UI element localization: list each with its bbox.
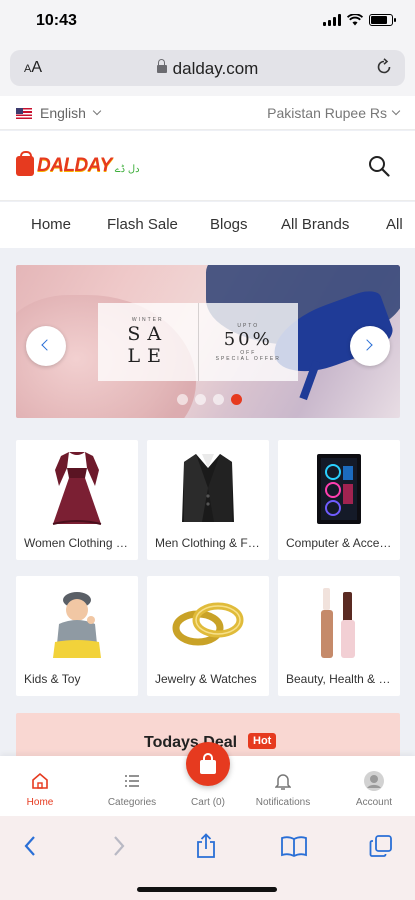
category-card[interactable]: Computer & Accessories <box>278 440 400 560</box>
carousel-dot[interactable] <box>231 394 242 405</box>
home-icon <box>0 770 80 792</box>
share-icon <box>197 833 215 858</box>
cosmetics-icon <box>278 582 400 666</box>
tab-account-label: Account <box>355 797 393 808</box>
dress-icon <box>16 446 138 530</box>
kid-icon <box>16 582 138 666</box>
currency-label: Pakistan Rupee Rs <box>267 105 387 121</box>
sale-right-panel: UPTO 50% OFF SPECIAL OFFER <box>199 303 299 381</box>
category-label: Computer & Accessories <box>286 536 394 550</box>
main-nav: Home Flash Sale Blogs All Brands All <box>0 202 415 248</box>
logo-text: DALDAY <box>37 155 112 176</box>
status-icons <box>323 14 396 26</box>
language-selector[interactable]: English <box>16 105 102 121</box>
chevron-left-icon <box>24 836 35 856</box>
nav-home[interactable]: Home <box>31 216 71 233</box>
browser-url-area: AA dalday.com <box>0 46 415 96</box>
nav-all-brands[interactable]: All Brands <box>281 216 349 233</box>
battery-fill <box>371 16 387 24</box>
reload-icon[interactable] <box>375 58 393 76</box>
tab-home-label: Home <box>26 797 54 808</box>
tabs-icon <box>369 835 392 857</box>
bookmarks-button[interactable] <box>280 832 308 860</box>
tab-account[interactable]: Account <box>334 770 414 808</box>
category-label: Jewelry & Watches <box>155 672 257 686</box>
category-card[interactable]: Jewelry & Watches <box>147 576 269 696</box>
nav-all[interactable]: All <box>386 216 403 233</box>
bottom-app-nav: Home Categories Cart (0) Notifications A… <box>0 742 415 816</box>
locale-bar: English Pakistan Rupee Rs <box>0 96 415 130</box>
chevron-down-icon <box>92 106 102 116</box>
book-icon <box>281 836 307 857</box>
status-bar: 10:43 <box>0 0 415 46</box>
tab-cart[interactable]: Cart (0) <box>168 770 248 808</box>
carousel-next-button[interactable] <box>350 326 390 366</box>
currency-selector[interactable]: Pakistan Rupee Rs <box>267 105 401 121</box>
site-header: DALDAY دل ڈے <box>0 131 415 201</box>
address-bar[interactable]: AA dalday.com <box>10 50 405 86</box>
carousel-dot[interactable] <box>195 394 206 405</box>
rings-icon <box>147 582 269 666</box>
tab-cart-label: Cart (0) <box>191 797 225 808</box>
sale-left-panel: WINTER SA LE <box>98 303 199 381</box>
carousel-dot[interactable] <box>177 394 188 405</box>
avatar-icon <box>334 770 414 792</box>
computer-case-icon <box>278 446 400 530</box>
chevron-left-icon <box>41 339 53 351</box>
sale-text-panel: WINTER SA LE UPTO 50% OFF SPECIAL OFFER <box>98 303 298 381</box>
category-label: Kids & Toy <box>24 672 81 686</box>
carousel-dots <box>177 394 242 405</box>
search-icon[interactable] <box>367 154 391 178</box>
nav-blogs[interactable]: Blogs <box>210 216 248 233</box>
cart-icon-spacer <box>168 770 248 792</box>
carousel-prev-button[interactable] <box>26 326 66 366</box>
lock-icon <box>156 59 167 73</box>
tab-categories[interactable]: Categories <box>92 770 172 808</box>
banner-sale-line2: LE <box>127 345 168 367</box>
category-card[interactable]: Beauty, Health & Hair <box>278 576 400 696</box>
category-card[interactable]: Kids & Toy <box>16 576 138 696</box>
tab-home[interactable]: Home <box>0 770 80 808</box>
tab-notifications-label: Notifications <box>255 797 311 808</box>
category-label: Women Clothing & Fashion <box>24 536 132 550</box>
tabs-button[interactable] <box>367 832 395 860</box>
us-flag-icon <box>16 107 32 119</box>
promo-banner[interactable]: WINTER SA LE UPTO 50% OFF SPECIAL OFFER <box>16 265 400 418</box>
category-card[interactable]: Women Clothing & Fashion <box>16 440 138 560</box>
logo-subtext: دل ڈے <box>114 163 140 175</box>
url-text: dalday.com <box>172 59 259 78</box>
tab-notifications[interactable]: Notifications <box>243 770 323 808</box>
site-logo[interactable]: DALDAY دل ڈے <box>16 151 140 177</box>
bell-icon <box>243 770 323 792</box>
category-label: Beauty, Health & Hair <box>286 672 394 686</box>
forward-button[interactable] <box>105 832 133 860</box>
url-display[interactable]: dalday.com <box>10 59 405 79</box>
signal-icon <box>323 14 341 26</box>
status-time: 10:43 <box>36 12 77 29</box>
banner-special-offer-text: SPECIAL OFFER <box>215 355 281 362</box>
banner-sale-line1: SA <box>127 323 169 345</box>
chevron-down-icon <box>391 106 401 116</box>
browser-toolbar <box>0 816 415 900</box>
carousel-dot[interactable] <box>213 394 224 405</box>
back-button[interactable] <box>16 832 44 860</box>
home-indicator <box>137 887 277 892</box>
chevron-right-icon <box>361 339 373 351</box>
category-label: Men Clothing & Fashion <box>155 536 263 550</box>
wifi-icon <box>347 14 363 26</box>
suit-icon <box>147 446 269 530</box>
language-label: English <box>40 105 86 121</box>
share-button[interactable] <box>192 832 220 860</box>
shopping-bag-logo-icon <box>16 151 34 176</box>
category-card[interactable]: Men Clothing & Fashion <box>147 440 269 560</box>
battery-icon <box>369 14 396 26</box>
banner-percent-text: 50% <box>223 328 273 350</box>
tab-categories-label: Categories <box>107 797 157 808</box>
list-icon <box>92 770 172 792</box>
nav-flash-sale[interactable]: Flash Sale <box>107 216 178 233</box>
hot-badge: Hot <box>248 733 277 749</box>
chevron-right-icon <box>114 836 125 856</box>
